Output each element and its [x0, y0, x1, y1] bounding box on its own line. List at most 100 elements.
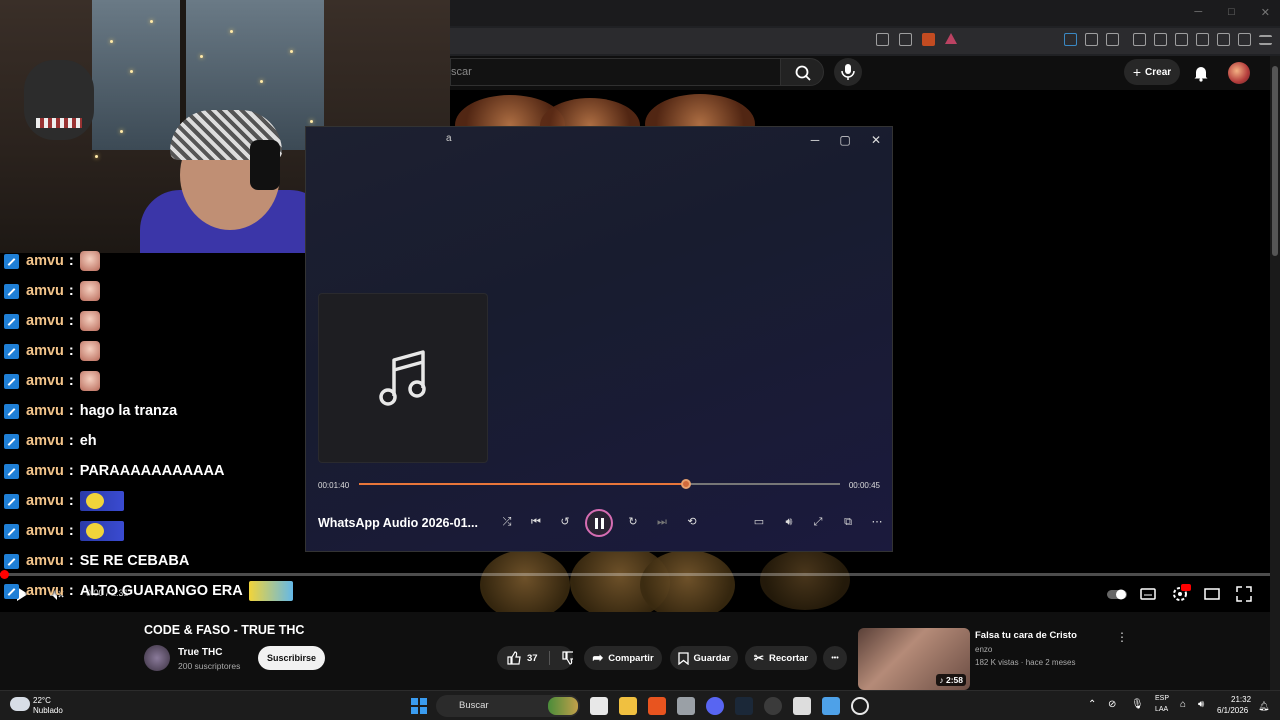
subtitles-icon[interactable]: ▭	[750, 513, 768, 531]
speaker-icon[interactable]: 🔊︎	[1198, 699, 1204, 710]
obs-icon[interactable]	[764, 697, 782, 715]
like-count: 37	[527, 652, 538, 664]
shuffle-icon[interactable]: ⤮	[498, 513, 516, 531]
maximize-icon[interactable]: □	[1228, 6, 1235, 19]
volume-icon[interactable]: 🔊︎	[780, 513, 798, 531]
bookmark-icon[interactable]	[1154, 33, 1167, 46]
discord-icon[interactable]	[706, 697, 724, 715]
subscribe-button[interactable]: Suscribirse	[258, 646, 325, 670]
brave-rewards-icon[interactable]	[945, 33, 957, 44]
elapsed-time: 00:01:40	[318, 481, 350, 490]
chat-username: amvu	[26, 403, 64, 419]
screen-icon[interactable]	[876, 33, 889, 46]
player-close-icon[interactable]: ✕	[867, 131, 885, 149]
forward-30-icon[interactable]: ↻	[624, 513, 642, 531]
voice-search-button[interactable]	[834, 58, 862, 86]
brave-shield-icon[interactable]	[922, 33, 935, 46]
clock-date[interactable]: 6/1/2026	[1217, 706, 1248, 715]
create-label: Crear	[1145, 66, 1172, 78]
notification-center-icon[interactable]: 🔔︎	[1258, 701, 1269, 712]
minimize-icon[interactable]: ─	[1194, 6, 1202, 19]
fullscreen-icon[interactable]	[1236, 586, 1252, 602]
repeat-off-icon[interactable]: ⟲	[683, 513, 701, 531]
thumbs-up-icon	[507, 651, 521, 665]
previous-track-icon[interactable]: ⏮	[527, 513, 545, 531]
player-minimize-icon[interactable]: ─	[806, 131, 824, 149]
wifi-icon[interactable]: ⌂	[1180, 699, 1186, 710]
cloud-icon[interactable]	[10, 697, 30, 711]
weather-temperature[interactable]: 22°C	[33, 696, 51, 705]
pause-button[interactable]	[585, 509, 613, 537]
channel-name[interactable]: True THC	[178, 647, 222, 658]
save-button[interactable]: Guardar	[670, 646, 738, 670]
download-icon[interactable]	[1133, 33, 1146, 46]
subtitles-icon[interactable]	[1140, 586, 1156, 602]
calculator-icon[interactable]	[677, 697, 695, 715]
scrollbar-thumb[interactable]	[1272, 66, 1278, 256]
extension-icons	[1064, 33, 1272, 46]
like-button[interactable]: 37	[507, 651, 538, 665]
chat-badge-icon	[4, 283, 19, 299]
brave-browser-icon[interactable]	[648, 697, 666, 715]
menu-icon[interactable]	[1259, 35, 1272, 45]
keyboard-language[interactable]: ESP	[1155, 695, 1169, 702]
tray-chevron-icon[interactable]: ⌃	[1088, 699, 1096, 710]
more-actions-button[interactable]: •••	[823, 646, 847, 670]
recommended-video-thumbnail[interactable]: ♪ 2:58	[858, 628, 970, 690]
clock-time[interactable]: 21:32	[1231, 695, 1251, 704]
search-highlight-icon[interactable]	[548, 697, 578, 715]
playback-progress-bar[interactable]	[359, 479, 840, 489]
wallet-icon[interactable]	[1196, 33, 1209, 46]
keyboard-layout[interactable]: LAA	[1155, 706, 1168, 713]
recommended-video-title[interactable]: Falsa tu cara de Cristo	[975, 630, 1077, 641]
clip-button[interactable]: ✂ Recortar	[745, 646, 817, 670]
chat-separator: :	[68, 313, 74, 329]
sidebar-icon[interactable]	[1175, 33, 1188, 46]
search-input[interactable]: scar	[450, 58, 780, 86]
user-avatar[interactable]	[1228, 62, 1250, 84]
channel-avatar[interactable]	[144, 645, 170, 671]
theater-mode-icon[interactable]	[1204, 586, 1220, 602]
player-maximize-icon[interactable]: ▢	[836, 131, 854, 149]
full-screen-icon[interactable]: ⤢	[809, 513, 827, 531]
playback-progress-thumb[interactable]	[681, 479, 692, 489]
weather-description[interactable]: Nublado	[33, 706, 63, 715]
mini-player-icon[interactable]: ⧉	[839, 513, 857, 531]
more-options-icon[interactable]: ⋯	[868, 513, 886, 531]
recommended-more-icon[interactable]: ⋮	[1116, 630, 1128, 644]
album-art	[318, 293, 488, 463]
tray-mic-icon[interactable]: 🎙︎	[1131, 699, 1144, 710]
windows-start-icon[interactable]	[411, 698, 427, 714]
next-track-icon[interactable]: ⏭	[653, 513, 671, 531]
notepad-icon[interactable]	[822, 697, 840, 715]
media-player-icon[interactable]	[851, 697, 869, 715]
notifications-bell-icon[interactable]	[1192, 64, 1210, 82]
snipping-tool-icon[interactable]	[793, 697, 811, 715]
page-scrollbar[interactable]	[1270, 56, 1280, 690]
chat-emote-icon	[79, 251, 100, 271]
tray-network-icon[interactable]: ⊘	[1108, 699, 1116, 710]
share-button[interactable]: ➦ Compartir	[584, 646, 662, 670]
music-note-icon	[379, 350, 426, 406]
file-explorer-icon[interactable]	[619, 697, 637, 715]
search-button[interactable]	[780, 58, 824, 86]
recommended-video-channel[interactable]: enzo	[975, 645, 992, 654]
thumbs-down-icon[interactable]	[562, 651, 573, 665]
screenshot-icon[interactable]	[1106, 33, 1119, 46]
rewind-10-icon[interactable]: ↺	[556, 513, 574, 531]
autoplay-toggle-icon[interactable]	[1106, 586, 1128, 602]
steam-icon[interactable]	[735, 697, 753, 715]
media-player-window: a ─ ▢ ✕ 00:01:40 00:00:45 WhatsApp Audio…	[306, 127, 892, 551]
leo-icon[interactable]	[1217, 33, 1230, 46]
create-button[interactable]: + Crear	[1124, 59, 1180, 85]
chat-emote-icon	[248, 581, 293, 601]
like-divider	[548, 651, 550, 665]
translate-extension-icon[interactable]	[1064, 33, 1077, 46]
puzzle-icon[interactable]	[1085, 33, 1098, 46]
vpn-icon[interactable]	[1238, 33, 1251, 46]
duration-text: 2:58	[945, 675, 963, 685]
chat-message: amvu:	[4, 340, 100, 362]
close-icon[interactable]: ✕	[1261, 6, 1270, 19]
task-view-icon[interactable]	[590, 697, 608, 715]
share-icon[interactable]	[899, 33, 912, 46]
